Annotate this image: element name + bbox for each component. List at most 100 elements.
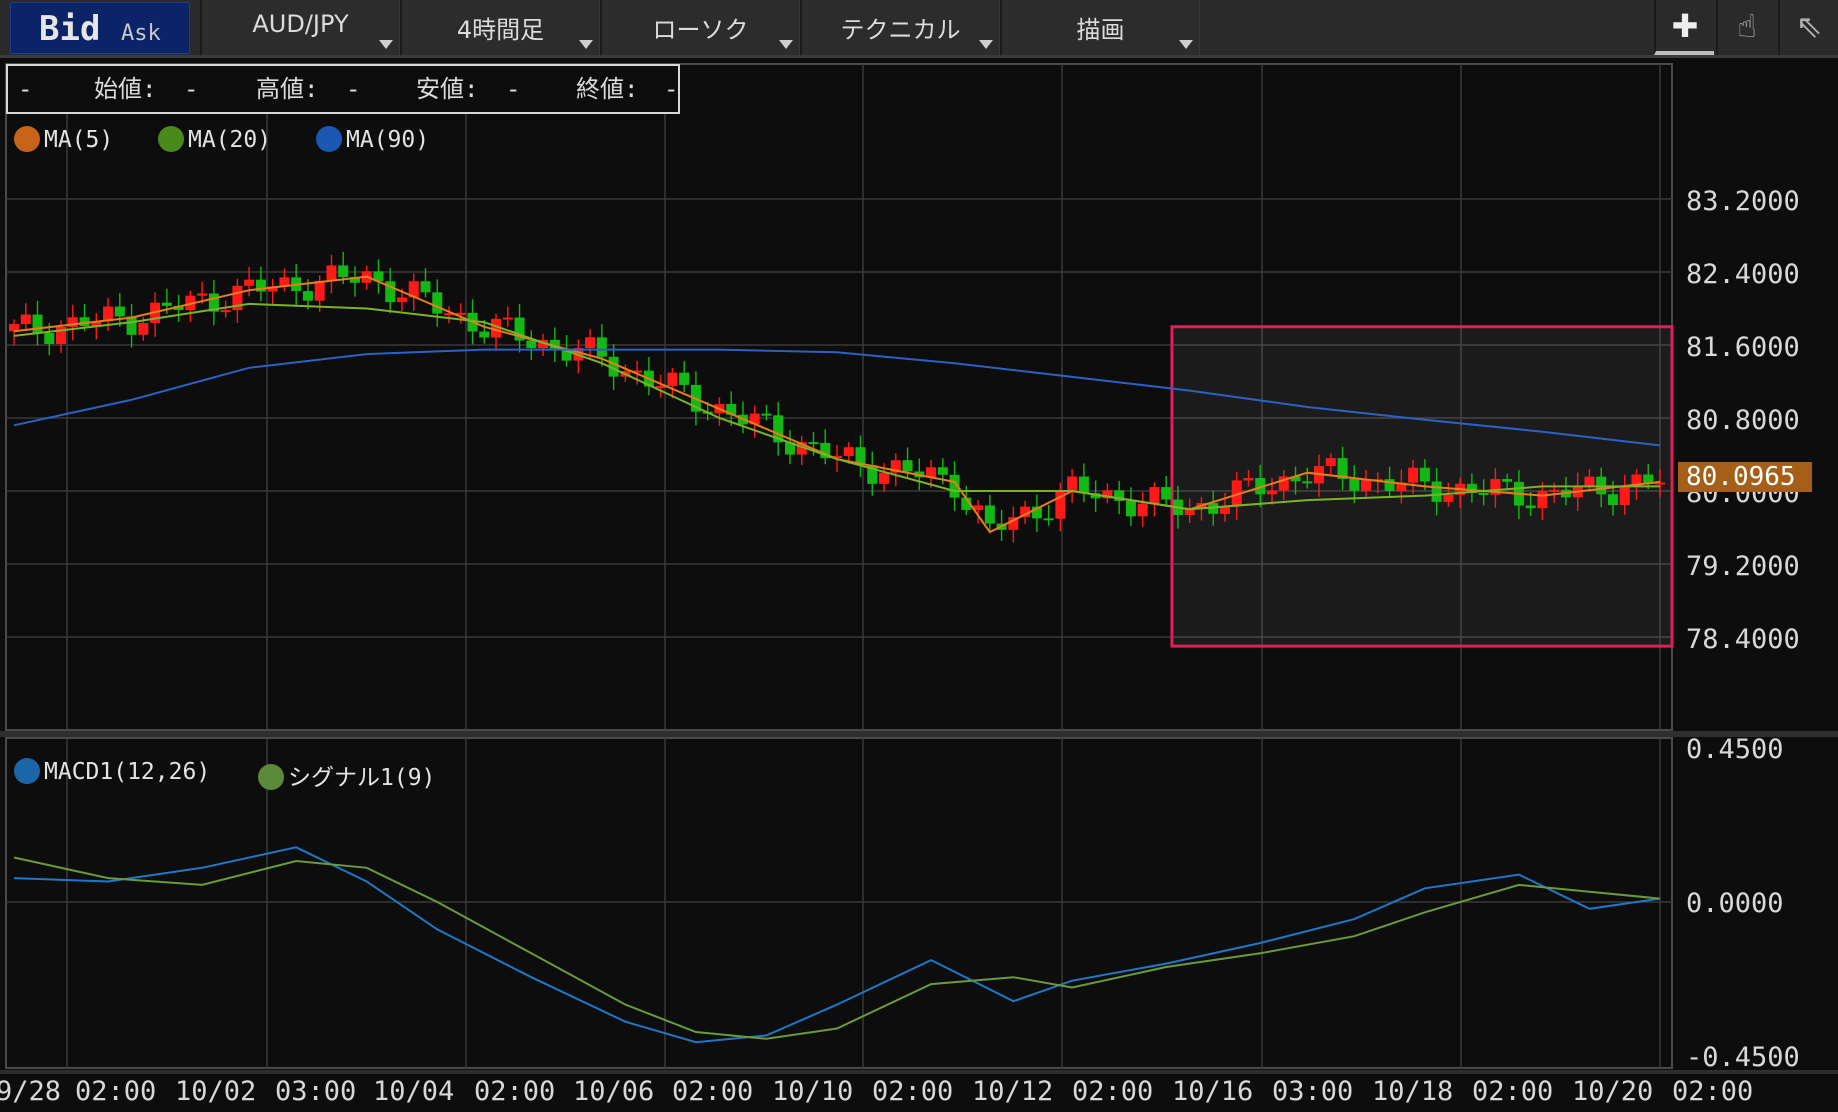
- time-tick-label: 02:00: [1672, 1076, 1753, 1107]
- candle-body: [20, 314, 31, 325]
- candle-body: [1361, 479, 1372, 491]
- legend-ma20[interactable]: MA(20): [158, 126, 271, 153]
- technical-label: テクニカル: [840, 16, 961, 44]
- candle-body: [302, 291, 313, 301]
- time-tick-label: 02:00: [1472, 1076, 1553, 1107]
- candle-body: [1431, 481, 1442, 502]
- chevron-down-icon: [779, 40, 793, 49]
- time-tick-label: 02:00: [474, 1076, 555, 1107]
- legend-signal[interactable]: シグナル1(9): [258, 758, 435, 792]
- timeframe-label: 4時間足: [456, 16, 545, 44]
- candle-body: [338, 265, 349, 278]
- time-tick-label: 02:00: [872, 1076, 953, 1107]
- time-tick-label: 10/10: [772, 1076, 853, 1107]
- candle-body: [1584, 476, 1595, 486]
- bid-label: Bid: [39, 9, 101, 49]
- timeframe-dropdown[interactable]: 4時間足: [400, 0, 600, 55]
- chart-type-dropdown[interactable]: ローソク: [600, 0, 800, 55]
- candle-body: [526, 340, 537, 349]
- candle-body: [326, 265, 337, 281]
- price-tick-label: 78.4000: [1686, 624, 1800, 655]
- legend-macd[interactable]: MACD1(12,26): [14, 758, 210, 785]
- candle-body: [1349, 478, 1360, 491]
- high-value: -: [346, 75, 361, 103]
- candle-body: [1607, 494, 1618, 506]
- time-tick-label: 02:00: [1072, 1076, 1153, 1107]
- candle-body: [679, 372, 690, 385]
- toolbar: Bid Ask AUD/JPY 4時間足 ローソク テクニカル 描画 ✚ ☝ ⇖: [0, 0, 1838, 58]
- ohlc-date: -: [18, 75, 33, 103]
- ma20-color-icon: [158, 126, 184, 152]
- candle-body: [1537, 491, 1548, 509]
- candle-body: [808, 442, 819, 445]
- candle-body: [420, 281, 431, 293]
- candle-body: [937, 467, 948, 475]
- time-tick-label: 10/20: [1572, 1076, 1653, 1107]
- macd-panel-border: [5, 737, 1673, 1069]
- close-label: 終値:: [576, 75, 639, 103]
- candle-body: [138, 323, 149, 335]
- macd-tick-label: 0.0000: [1686, 888, 1784, 919]
- candle-body: [502, 317, 513, 320]
- candle-body: [1043, 518, 1054, 521]
- bid-ask-toggle[interactable]: Bid Ask: [10, 2, 190, 54]
- candle-body: [1525, 505, 1536, 509]
- candle-body: [902, 460, 913, 472]
- legend-signal-label: シグナル1(9): [288, 765, 436, 791]
- candle-body: [1549, 489, 1560, 492]
- currency-pair-dropdown[interactable]: AUD/JPY: [200, 0, 400, 55]
- candle-body: [1243, 478, 1254, 481]
- candle-body: [1078, 476, 1089, 494]
- high-label: 高値:: [256, 75, 319, 103]
- candle-body: [1619, 486, 1630, 506]
- price-axis: 83.200082.400081.600080.800080.000079.20…: [1686, 186, 1800, 1073]
- legend-ma5[interactable]: MA(5): [14, 126, 113, 153]
- price-tick-label: 83.2000: [1686, 186, 1800, 217]
- candle-body: [126, 316, 137, 335]
- candle-body: [1267, 490, 1278, 495]
- macd-line: [13, 846, 1661, 1044]
- time-tick-label: 03:00: [1272, 1076, 1353, 1107]
- ma5-color-icon: [14, 126, 40, 152]
- drawing-label: 描画: [1076, 16, 1125, 44]
- ohlc-readout: - 始値: - 高値: - 安値: - 終値: -: [6, 64, 680, 114]
- legend-ma5-label: MA(5): [44, 127, 114, 153]
- candle-body: [432, 292, 443, 314]
- candle-body: [1502, 479, 1513, 482]
- pointer-icon[interactable]: ⇖: [1778, 0, 1838, 55]
- candle-body: [44, 333, 55, 344]
- candle-body: [1067, 476, 1078, 492]
- time-tick-label: 10/12: [972, 1076, 1053, 1107]
- currency-pair-label: AUD/JPY: [252, 10, 349, 38]
- time-tick-label: 02:00: [75, 1076, 156, 1107]
- low-label: 安値:: [416, 75, 479, 103]
- crosshair-icon[interactable]: ✚: [1654, 0, 1714, 55]
- candle-body: [1125, 500, 1136, 517]
- chevron-down-icon: [579, 40, 593, 49]
- legend-ma90[interactable]: MA(90): [316, 126, 429, 153]
- candle-body: [1149, 487, 1160, 504]
- candle-body: [667, 372, 678, 386]
- time-tick-label: 10/16: [1172, 1076, 1253, 1107]
- chevron-down-icon: [1179, 40, 1193, 49]
- macd-lines: [13, 846, 1661, 1044]
- drawing-dropdown[interactable]: 描画: [1000, 0, 1200, 55]
- candle-body: [1478, 492, 1489, 495]
- price-tick-label: 80.8000: [1686, 405, 1800, 436]
- price-chart[interactable]: 83.200082.400081.600080.800080.000079.20…: [0, 58, 1838, 1112]
- candle-body: [1443, 494, 1454, 502]
- candle-body: [1419, 467, 1430, 482]
- legend-ma20-label: MA(20): [188, 127, 272, 153]
- candle-body: [1137, 503, 1148, 517]
- technical-dropdown[interactable]: テクニカル: [800, 0, 1000, 55]
- candle-body: [585, 337, 596, 349]
- candle-body: [220, 310, 231, 313]
- time-tick-label: 10/06: [573, 1076, 654, 1107]
- hand-icon[interactable]: ☝: [1716, 0, 1776, 55]
- candle-body: [879, 472, 890, 484]
- price-tick-label: 81.6000: [1686, 332, 1800, 363]
- signal-line: [13, 856, 1661, 1040]
- ask-label: Ask: [121, 21, 161, 46]
- candle-body: [479, 331, 490, 338]
- candle-body: [244, 279, 255, 286]
